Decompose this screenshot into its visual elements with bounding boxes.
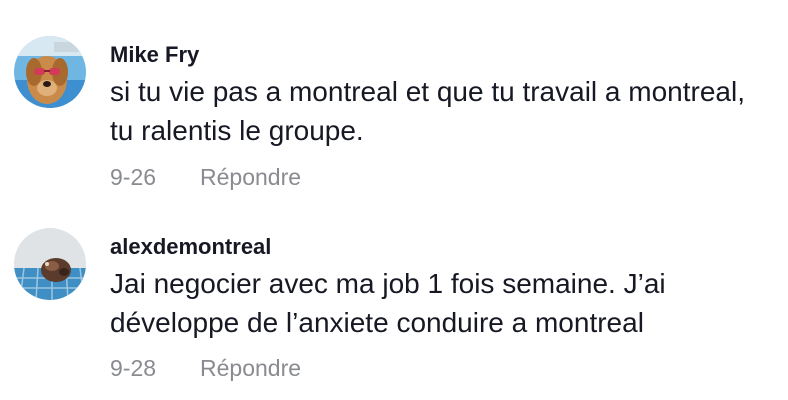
- comment-text-line: Jai negocier avec ma job 1 fois semaine.…: [110, 268, 666, 299]
- reply-button[interactable]: Répondre: [200, 355, 301, 381]
- comment-text-line: développe de l’anxiete conduire a montre…: [110, 307, 644, 338]
- avatar[interactable]: [14, 36, 86, 108]
- comment-text-line: tu ralentis le groupe.: [110, 115, 364, 146]
- comment-username[interactable]: Mike Fry: [110, 42, 199, 68]
- comment-meta: 9-26 Répondre: [110, 164, 301, 191]
- comment-meta: 9-28 Répondre: [110, 355, 301, 382]
- comment-username[interactable]: alexdemontreal: [110, 234, 271, 260]
- comment-text: Jai negocier avec ma job 1 fois semaine.…: [110, 264, 786, 342]
- animal-on-blue-tiles-avatar-icon: [14, 228, 86, 300]
- comment-date: 9-26: [110, 164, 157, 190]
- comment-text: si tu vie pas a montreal et que tu trava…: [110, 72, 786, 150]
- reply-button[interactable]: Répondre: [200, 164, 301, 190]
- avatar[interactable]: [14, 228, 86, 300]
- comment-text-line: si tu vie pas a montreal et que tu trava…: [110, 76, 745, 107]
- dog-with-goggles-avatar-icon: [14, 36, 86, 108]
- comment-date: 9-28: [110, 355, 157, 381]
